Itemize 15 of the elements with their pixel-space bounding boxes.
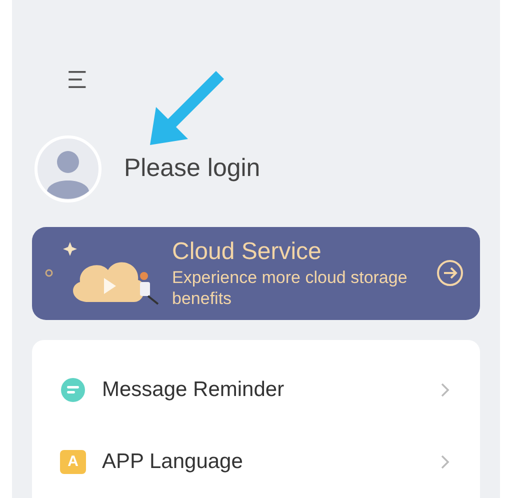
settings-row[interactable]: A APP Language (32, 426, 480, 498)
chevron-icon (440, 382, 450, 398)
message-icon (60, 377, 86, 403)
banner-title: Cloud Service (172, 237, 322, 268)
language-icon: A (60, 450, 86, 474)
settings-label: Message Reminder (102, 377, 286, 404)
settings-label: APP Language (102, 449, 244, 476)
avatar-icon[interactable] (34, 134, 102, 203)
cloud-service-banner[interactable]: Cloud Service Experience more cloud storage benefits (32, 226, 480, 320)
chevron-icon (440, 454, 450, 470)
arrow-circle-icon[interactable] (436, 259, 464, 288)
settings-row[interactable]: Message Reminder (32, 354, 480, 426)
arrow-icon (150, 70, 224, 147)
banner-subtitle: Experience more cloud storage benefits (172, 267, 408, 310)
login-link[interactable]: Please login (124, 150, 260, 188)
